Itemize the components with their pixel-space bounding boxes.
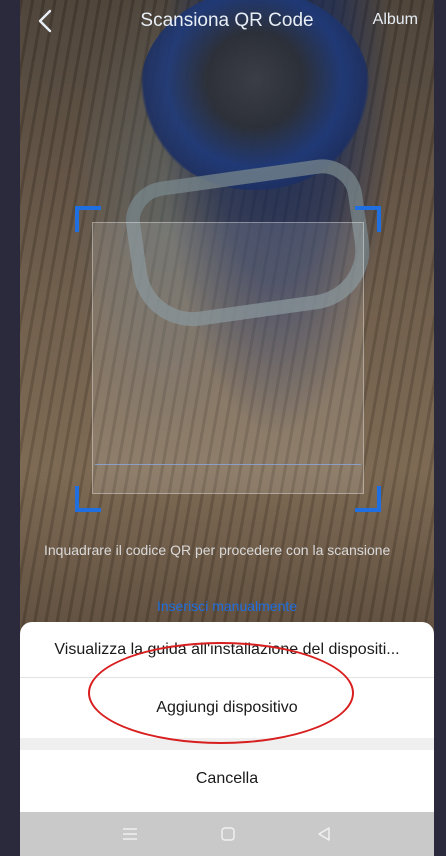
scan-corner-bottom-left — [75, 486, 101, 512]
device-frame: Scansiona QR Code Album Inquadrare il co… — [0, 0, 446, 856]
action-sheet: Visualizza la guida all'installazione de… — [20, 622, 434, 812]
album-button[interactable]: Album — [373, 11, 418, 29]
scan-corner-top-left — [75, 206, 101, 232]
scan-frame — [75, 206, 381, 512]
top-bar: Scansiona QR Code Album — [20, 0, 434, 44]
scan-corner-top-right — [355, 206, 381, 232]
menu-icon — [123, 828, 137, 840]
home-icon — [221, 827, 235, 841]
scan-window — [92, 222, 364, 494]
add-device-button[interactable]: Aggiungi dispositivo — [20, 678, 434, 738]
scan-corner-bottom-right — [355, 486, 381, 512]
phone-screen: Scansiona QR Code Album Inquadrare il co… — [20, 0, 434, 856]
nav-home-button[interactable] — [218, 824, 238, 844]
system-nav-bar — [20, 812, 434, 856]
view-installation-guide-button[interactable]: Visualizza la guida all'installazione de… — [20, 622, 434, 677]
sheet-separator — [20, 738, 434, 750]
nav-back-button[interactable] — [314, 824, 334, 844]
manual-entry-link[interactable]: Inserisci manualmente — [20, 598, 434, 614]
cancel-button[interactable]: Cancella — [20, 750, 434, 808]
nav-menu-button[interactable] — [120, 824, 140, 844]
scan-hint: Inquadrare il codice QR per procedere co… — [44, 542, 391, 558]
scan-line — [95, 464, 361, 465]
back-triangle-icon — [318, 827, 330, 841]
